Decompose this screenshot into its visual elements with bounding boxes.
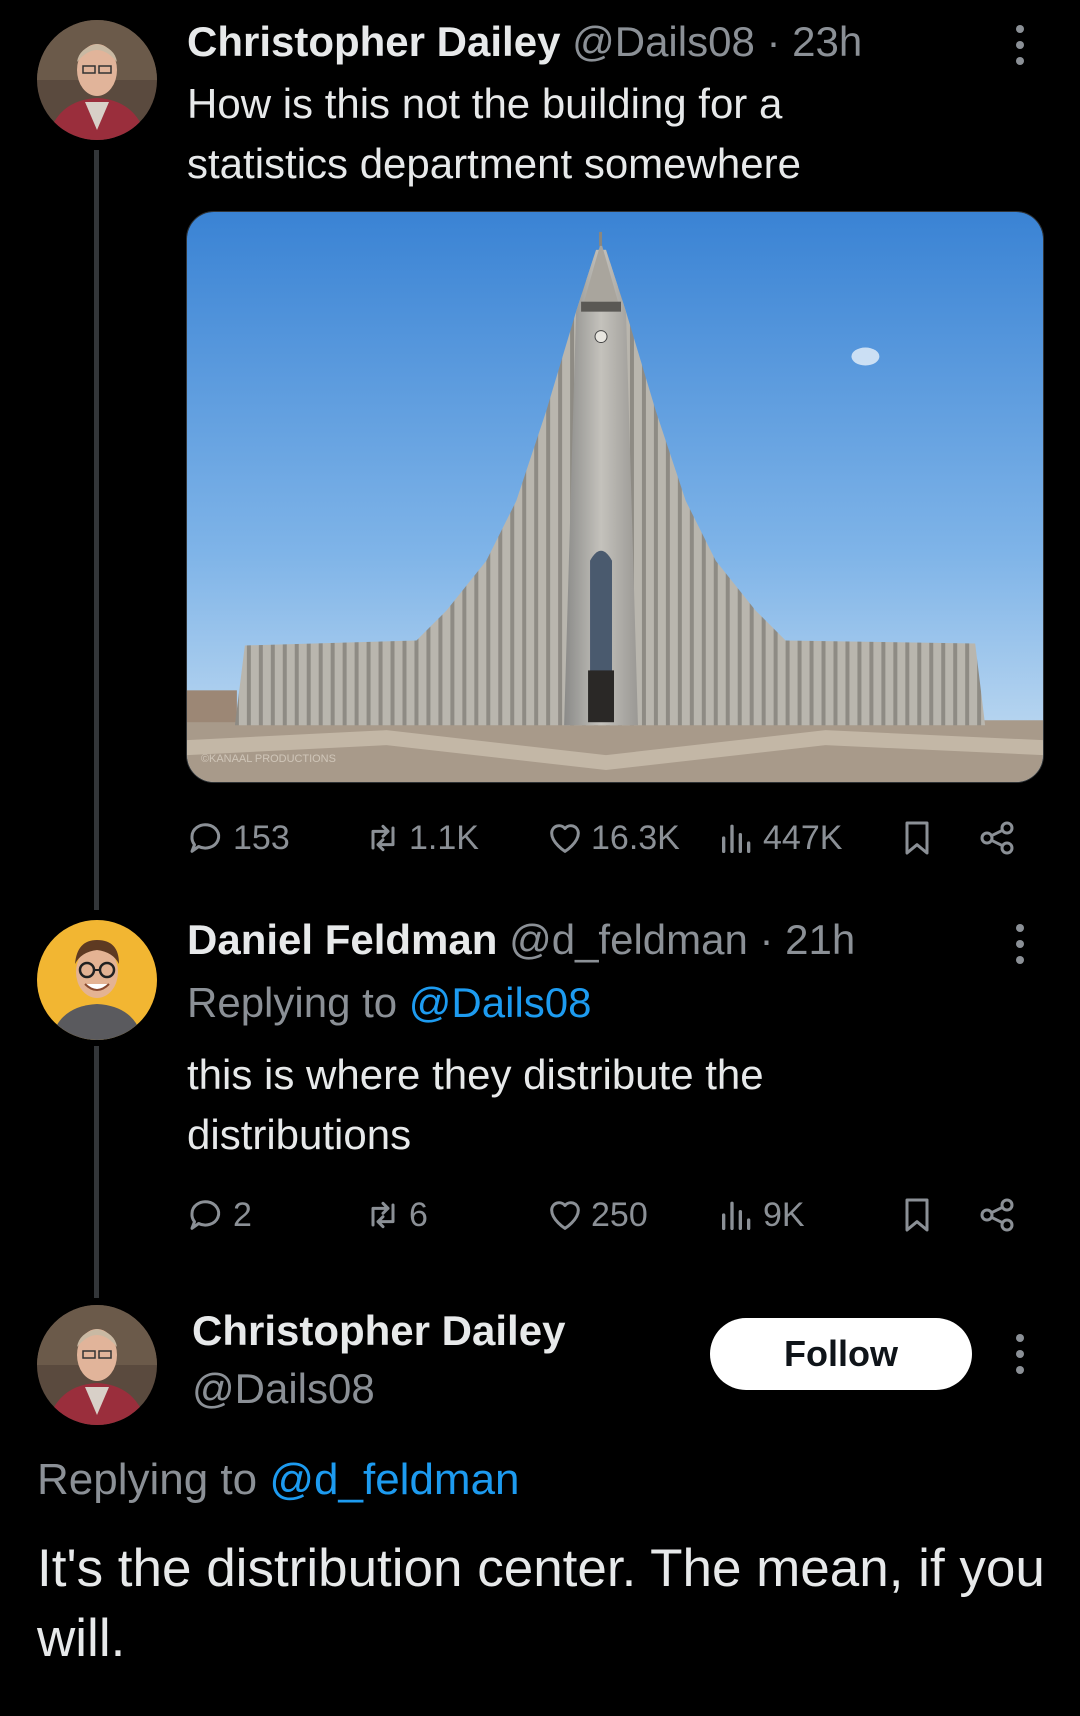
focused-replying-to-line: Replying to @d_feldman xyxy=(37,1452,520,1508)
views-button[interactable]: 447K xyxy=(717,808,842,868)
share-icon xyxy=(980,821,1014,855)
avatar-christopher-dailey[interactable] xyxy=(37,20,157,140)
tweet-actions-2: 2 6 250 9K xyxy=(187,1185,1027,1245)
more-icon[interactable] xyxy=(1000,1324,1040,1384)
tweet-text: this is where they distribute the distri… xyxy=(187,1051,764,1158)
views-icon xyxy=(722,1201,751,1230)
thread-line-2 xyxy=(94,1046,99,1298)
like-icon xyxy=(550,824,580,853)
like-button[interactable]: 16.3K xyxy=(545,808,680,868)
focused-author-handle[interactable]: @Dails08 xyxy=(192,1363,375,1415)
more-icon[interactable] xyxy=(1000,914,1040,974)
repost-count: 6 xyxy=(409,1195,428,1234)
bookmark-icon xyxy=(905,821,929,855)
views-count: 447K xyxy=(763,818,843,857)
image-watermark: ©KANAAL PRODUCTIONS xyxy=(201,753,336,765)
bookmark-button[interactable] xyxy=(897,808,937,868)
replying-prefix: Replying to xyxy=(187,979,398,1026)
tweet-actions-1: 153 1.1K 16.3K 447K xyxy=(187,808,1027,868)
reply-icon xyxy=(190,823,221,853)
reply-icon xyxy=(190,1200,221,1230)
more-icon[interactable] xyxy=(1000,15,1040,75)
like-count: 16.3K xyxy=(591,818,680,857)
avatar-daniel-feldman[interactable] xyxy=(37,920,157,1040)
author-handle[interactable]: @d_feldman xyxy=(509,916,748,963)
replying-to-link[interactable]: @Dails08 xyxy=(409,979,592,1026)
tweet-time[interactable]: · 23h xyxy=(767,18,863,65)
reply-button[interactable]: 153 xyxy=(187,808,290,868)
thread-line-1 xyxy=(94,150,99,910)
author-name[interactable]: Christopher Dailey xyxy=(187,18,560,65)
reply-count: 2 xyxy=(233,1195,252,1234)
reply-count: 153 xyxy=(233,818,290,857)
repost-button[interactable]: 6 xyxy=(363,1185,428,1245)
tweet-header: Christopher Dailey @Dails08 · 23h xyxy=(187,16,862,68)
tweet-time[interactable]: · 21h xyxy=(760,916,856,963)
share-icon xyxy=(980,1198,1014,1232)
views-button[interactable]: 9K xyxy=(717,1185,805,1245)
author-handle[interactable]: @Dails08 xyxy=(572,18,755,65)
replying-to-link[interactable]: @d_feldman xyxy=(269,1455,519,1504)
share-button[interactable] xyxy=(977,808,1017,868)
author-name[interactable]: Daniel Feldman xyxy=(187,916,497,963)
reply-button[interactable]: 2 xyxy=(187,1185,252,1245)
replying-prefix: Replying to xyxy=(37,1455,258,1504)
repost-icon xyxy=(371,824,395,852)
repost-count: 1.1K xyxy=(409,818,479,857)
avatar-christopher-dailey[interactable] xyxy=(37,1305,157,1425)
replying-to-line: Replying to @Dails08 xyxy=(187,977,592,1029)
repost-button[interactable]: 1.1K xyxy=(363,808,479,868)
follow-button[interactable]: Follow xyxy=(710,1318,972,1390)
views-icon xyxy=(722,824,751,853)
like-count: 250 xyxy=(591,1195,648,1234)
focused-author-name[interactable]: Christopher Dailey xyxy=(192,1305,565,1357)
tweet-header: Daniel Feldman @d_feldman · 21h xyxy=(187,914,855,966)
tweet-image[interactable]: ©KANAAL PRODUCTIONS xyxy=(186,211,1044,783)
share-button[interactable] xyxy=(977,1185,1017,1245)
bookmark-icon xyxy=(905,1198,929,1232)
tweet-text: How is this not the building for a stati… xyxy=(187,80,801,187)
focused-tweet-text: It's the distribution center. The mean, … xyxy=(37,1539,1045,1668)
like-icon xyxy=(550,1201,580,1230)
views-count: 9K xyxy=(763,1195,805,1234)
bookmark-button[interactable] xyxy=(897,1185,937,1245)
like-button[interactable]: 250 xyxy=(545,1185,648,1245)
repost-icon xyxy=(371,1201,395,1229)
